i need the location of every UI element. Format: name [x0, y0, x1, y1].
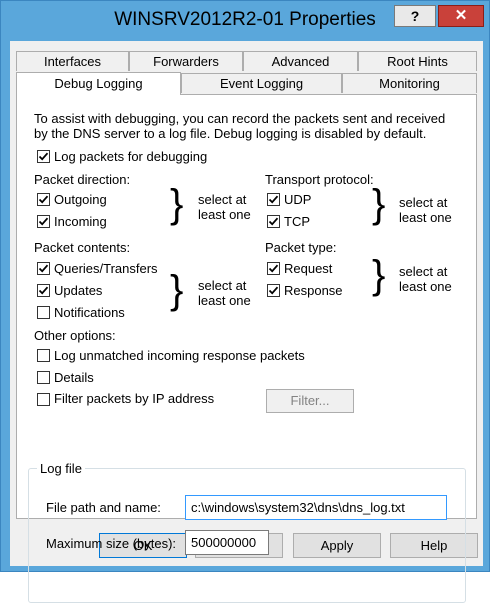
transport-protocol-heading: Transport protocol: — [265, 172, 374, 187]
title-bar[interactable]: WINSRV2012R2-01 Properties ? ✕ — [1, 1, 489, 41]
debug-logging-panel: To assist with debugging, you can record… — [16, 94, 477, 603]
close-button[interactable]: ✕ — [438, 5, 484, 27]
max-size-input[interactable]: 500000000 — [185, 530, 269, 555]
type-brace-icon: } — [372, 253, 386, 297]
packet-type-heading: Packet type: — [265, 240, 337, 255]
checkmark-icon — [38, 152, 49, 161]
packet-direction-heading: Packet direction: — [34, 172, 131, 187]
direction-brace-icon: } — [170, 182, 184, 226]
filter-ip-label: Filter packets by IP address — [54, 391, 215, 406]
incoming-checkbox[interactable] — [37, 215, 50, 228]
description-line-1: To assist with debugging, you can record… — [34, 111, 446, 126]
transport-hint-line-1: select at — [399, 195, 448, 210]
filter-button[interactable]: Filter... — [266, 389, 354, 413]
log-packets-checkbox[interactable] — [37, 150, 50, 163]
transport-brace-icon: } — [372, 182, 386, 226]
outgoing-checkbox[interactable] — [37, 193, 50, 206]
response-label: Response — [284, 283, 343, 298]
type-hint-line-1: select at — [399, 264, 448, 279]
transport-hint-line-2: least one — [399, 210, 452, 225]
packet-contents-heading: Packet contents: — [34, 240, 131, 255]
tab-advanced[interactable]: Advanced — [243, 51, 358, 71]
log-packets-label: Log packets for debugging — [54, 149, 208, 164]
log-unmatched-label: Log unmatched incoming response packets — [54, 348, 305, 363]
checkmark-icon — [38, 264, 49, 273]
tab-forwarders[interactable]: Forwarders — [129, 51, 243, 71]
direction-hint-line-2: least one — [198, 207, 251, 222]
properties-dialog: WINSRV2012R2-01 Properties ? ✕ Interface… — [0, 0, 490, 603]
tcp-label: TCP — [284, 214, 310, 229]
contents-hint-line-1: select at — [198, 278, 247, 293]
checkmark-icon — [38, 286, 49, 295]
filter-ip-checkbox[interactable] — [37, 393, 50, 406]
max-size-label: Maximum size (bytes): — [46, 536, 177, 551]
type-hint-line-2: least one — [399, 279, 452, 294]
checkmark-icon — [268, 286, 279, 295]
checkmark-icon — [38, 217, 49, 226]
incoming-label: Incoming — [54, 214, 107, 229]
notifications-label: Notifications — [54, 305, 125, 320]
checkmark-icon — [268, 217, 279, 226]
checkmark-icon — [38, 195, 49, 204]
request-checkbox[interactable] — [267, 262, 280, 275]
log-file-heading: Log file — [37, 461, 85, 476]
queries-transfers-label: Queries/Transfers — [54, 261, 158, 276]
updates-label: Updates — [54, 283, 103, 298]
tab-interfaces[interactable]: Interfaces — [16, 51, 129, 71]
log-unmatched-checkbox[interactable] — [37, 349, 50, 362]
details-label: Details — [54, 370, 94, 385]
udp-checkbox[interactable] — [267, 193, 280, 206]
checkmark-icon — [268, 264, 279, 273]
queries-transfers-checkbox[interactable] — [37, 262, 50, 275]
details-checkbox[interactable] — [37, 371, 50, 384]
direction-hint-line-1: select at — [198, 192, 247, 207]
udp-label: UDP — [284, 192, 312, 207]
contents-brace-icon: } — [170, 268, 184, 312]
tab-event-logging[interactable]: Event Logging — [181, 73, 342, 93]
request-label: Request — [284, 261, 333, 276]
contents-hint-line-2: least one — [198, 293, 251, 308]
tcp-checkbox[interactable] — [267, 215, 280, 228]
tab-monitoring[interactable]: Monitoring — [342, 73, 477, 93]
other-options-heading: Other options: — [34, 328, 116, 343]
tab-root-hints[interactable]: Root Hints — [358, 51, 477, 71]
checkmark-icon — [268, 195, 279, 204]
tab-debug-logging[interactable]: Debug Logging — [16, 72, 181, 95]
title-help-button[interactable]: ? — [394, 5, 436, 27]
description-line-2: by the DNS server to a log file. Debug l… — [34, 126, 427, 141]
response-checkbox[interactable] — [267, 284, 280, 297]
notifications-checkbox[interactable] — [37, 306, 50, 319]
dialog-client-area: Interfaces Forwarders Advanced Root Hint… — [10, 41, 483, 603]
file-path-label: File path and name: — [46, 500, 161, 515]
file-path-input[interactable]: c:\windows\system32\dns\dns_log.txt — [185, 495, 447, 520]
outgoing-label: Outgoing — [54, 192, 107, 207]
updates-checkbox[interactable] — [37, 284, 50, 297]
